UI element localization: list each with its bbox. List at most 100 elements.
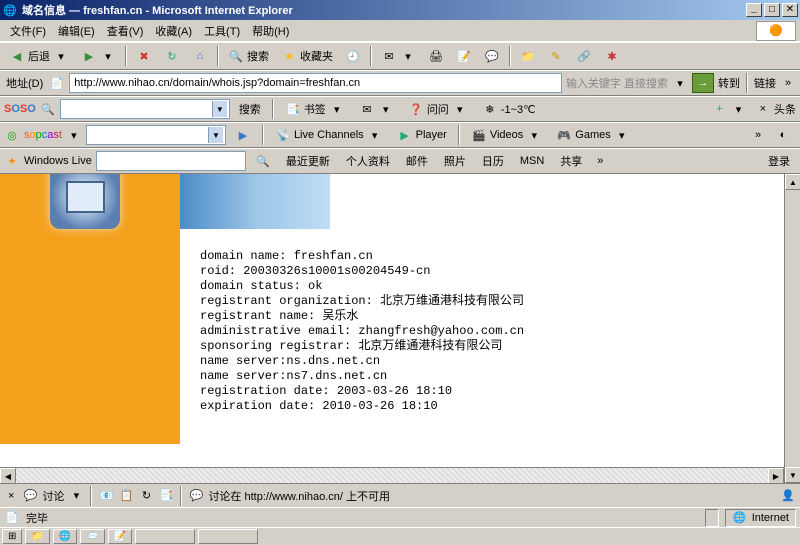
chevron-down-icon[interactable]: ▼ [212,101,227,117]
photos-link[interactable]: 照片 [438,153,472,169]
refresh-button[interactable]: ↻ [159,45,185,67]
links-label[interactable]: 链接 [754,75,776,91]
videos-button[interactable]: 🎬Videos▾ [466,124,547,146]
titlebar: 🌐 域名信息 — freshfan.cn - Microsoft Interne… [0,0,800,20]
scroll-left-button[interactable]: ◀ [0,468,16,483]
winlive-search-button[interactable]: 🔍 [250,150,276,172]
mail-icon: ✉ [381,48,397,64]
soso-add-button[interactable]: +▾ [707,98,752,120]
chevron-right-icon[interactable]: » [780,75,796,91]
live-channels-button[interactable]: 📡Live Channels▾ [270,124,388,146]
maximize-button[interactable]: □ [764,3,780,17]
task-button[interactable]: 🌐 [53,529,77,544]
scroll-right-button[interactable]: ▶ [768,468,784,483]
games-button[interactable]: 🎮Games▾ [551,124,634,146]
menu-tools[interactable]: 工具(T) [198,21,246,41]
profile-link[interactable]: 个人资料 [340,153,396,169]
tool-icon[interactable]: 📋 [118,488,134,504]
search-icon: 🔍 [40,101,56,117]
history-button[interactable]: 🕘 [340,45,366,67]
task-button[interactable] [135,529,195,544]
toutiao-label[interactable]: 头条 [774,101,796,117]
weather-icon: ❄ [482,101,498,117]
mail-link[interactable]: 邮件 [400,153,434,169]
task-button[interactable]: ⊞ [2,529,22,544]
soso-weather-button[interactable]: ❄-1~3℃ [477,98,541,120]
task-button[interactable]: 📝 [108,529,132,544]
separator [262,125,264,145]
chevron-down-icon[interactable]: ▾ [66,127,82,143]
home-button[interactable]: ⌂ [187,45,213,67]
soso-ask-button[interactable]: ❓问问▾ [403,98,473,120]
banner-image [180,174,330,229]
mail-button[interactable]: ✉▾ [376,45,421,67]
soso-mail-button[interactable]: ✉▾ [354,98,399,120]
close-toolbar[interactable]: × [756,103,770,115]
scrollbar-vertical[interactable]: ▲ ▼ [784,174,800,483]
games-label: Games [575,129,610,141]
soso-bookmark-button[interactable]: 📑书签▾ [280,98,350,120]
task-button[interactable]: 📨 [80,529,104,544]
back-button[interactable]: ◀后退▾ [4,45,74,67]
tool-icon[interactable]: 📑 [158,488,174,504]
user-icon[interactable]: 👤 [780,488,796,504]
sidebar-orange [0,174,180,444]
menu-view[interactable]: 查看(V) [101,21,150,41]
favorites-button[interactable]: ★收藏夹 [276,45,338,67]
soso-search-button[interactable]: 搜索 [234,98,266,120]
tool-button[interactable]: 🔗 [571,45,597,67]
chevron-down-icon: ▾ [329,101,345,117]
expand-icon[interactable]: » [592,153,608,169]
toggle-button[interactable]: ◐ [770,124,796,146]
share-link[interactable]: 共享 [554,153,588,169]
menu-help[interactable]: 帮助(H) [246,21,295,41]
go-button[interactable]: → [692,73,714,93]
tool-icon[interactable]: ↻ [138,488,154,504]
calendar-link[interactable]: 日历 [476,153,510,169]
chevron-down-icon[interactable]: ▼ [208,127,223,143]
live-label: Live Channels [294,129,364,141]
discuss-bar: × 💬 讨论 ▾ 📧 📋 ↻ 📑 💬 讨论在 http://www.nihao.… [0,483,800,507]
address-input[interactable] [69,73,562,93]
game-icon: 🎮 [556,127,572,143]
minimize-button[interactable]: _ [746,3,762,17]
menu-favorites[interactable]: 收藏(A) [149,21,198,41]
edit-button[interactable]: 📝 [451,45,477,67]
discuss-icon: 💬 [188,488,204,504]
recent-link[interactable]: 最近更新 [280,153,336,169]
tool-button[interactable]: ✱ [599,45,625,67]
expand-icon[interactable]: » [750,127,766,143]
chevron-down-icon: ▾ [526,127,542,143]
discuss-button[interactable]: 💬 [479,45,505,67]
winlive-search-input[interactable] [96,151,246,171]
sopcast-search-input[interactable]: ▼ [86,125,226,145]
msn-link[interactable]: MSN [514,155,550,167]
tool-icon[interactable]: 📧 [98,488,114,504]
tool-button[interactable]: ✎ [543,45,569,67]
sopcast-icon: ◎ [4,127,20,143]
login-link[interactable]: 登录 [762,153,796,169]
scrollbar-horizontal[interactable]: ◀ ▶ [0,467,784,483]
tool-button[interactable]: 📁 [515,45,541,67]
menu-edit[interactable]: 编辑(E) [52,21,101,41]
print-button[interactable]: 🖨 [423,45,449,67]
chevron-down-icon[interactable]: ▾ [672,75,688,91]
forward-arrow-icon: ▶ [81,48,97,64]
status-text: 完毕 [26,510,48,526]
close-button[interactable]: ✕ [782,3,798,17]
menu-file[interactable]: 文件(F) [4,21,52,41]
separator [746,73,748,93]
separator [125,46,127,66]
chevron-down-icon[interactable]: ▾ [68,488,84,504]
scroll-up-button[interactable]: ▲ [785,174,800,190]
soso-search-input[interactable]: ▼ [60,99,230,119]
search-button[interactable]: 🔍搜索 [223,45,274,67]
sopcast-go-button[interactable]: ▶ [230,124,256,146]
forward-button[interactable]: ▶▾ [76,45,121,67]
stop-button[interactable]: ✖ [131,45,157,67]
scroll-down-button[interactable]: ▼ [785,467,800,483]
close-discuss[interactable]: × [4,490,18,502]
task-button[interactable] [198,529,258,544]
player-button[interactable]: ▶Player [392,124,452,146]
task-button[interactable]: 📁 [25,529,49,544]
